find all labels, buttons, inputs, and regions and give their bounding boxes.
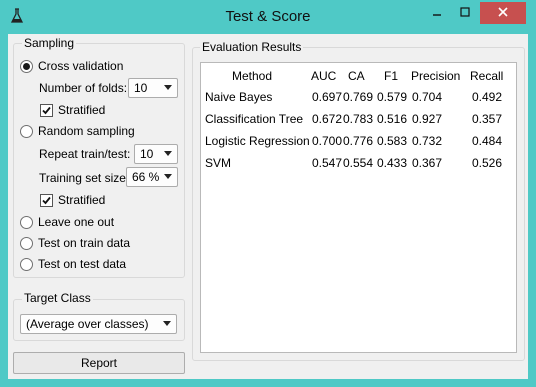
- cell-recall: 0.492: [472, 90, 503, 104]
- cell-f1: 0.579: [377, 90, 408, 104]
- cell-precision: 0.927: [412, 112, 443, 126]
- chevron-down-icon: [164, 174, 172, 179]
- folds-label: Number of folds:: [39, 81, 128, 95]
- test-data-radio[interactable]: Test on test data: [20, 255, 126, 273]
- column-header-recall[interactable]: Recall: [470, 69, 503, 85]
- close-icon: [498, 6, 508, 20]
- table-row[interactable]: Naive Bayes 0.697 0.769 0.579 0.704 0.49…: [201, 87, 516, 109]
- cell-precision: 0.732: [412, 134, 443, 148]
- minimize-icon: [432, 6, 442, 20]
- maximize-button[interactable]: [452, 2, 478, 24]
- cell-method: Logistic Regression: [205, 134, 310, 148]
- repeat-value: 10: [140, 147, 154, 161]
- cell-f1: 0.583: [377, 134, 408, 148]
- cell-ca: 0.776: [343, 134, 374, 148]
- table-row[interactable]: Logistic Regression 0.700 0.776 0.583 0.…: [201, 131, 516, 153]
- table-row[interactable]: Classification Tree 0.672 0.783 0.516 0.…: [201, 109, 516, 131]
- stratified-cv-label: Stratified: [58, 103, 106, 117]
- test-and-score-window: Test & Score Sampling Cross validation N…: [0, 0, 536, 387]
- radio-unselected-icon: [20, 124, 33, 138]
- stratified-rs-checkbox[interactable]: Stratified: [40, 191, 105, 209]
- random-sampling-label: Random sampling: [38, 124, 135, 138]
- minimize-button[interactable]: [424, 2, 450, 24]
- results-table[interactable]: Method AUC CA F1 Precision Recall Naive …: [200, 62, 517, 353]
- window-content: Sampling Cross validation Number of fold…: [8, 34, 528, 379]
- radio-unselected-icon: [20, 215, 33, 229]
- radio-unselected-icon: [20, 257, 33, 271]
- column-header-auc[interactable]: AUC: [311, 69, 336, 85]
- radio-unselected-icon: [20, 236, 33, 250]
- leave-one-out-label: Leave one out: [38, 215, 115, 229]
- cell-f1: 0.433: [377, 156, 408, 170]
- table-header: Method AUC CA F1 Precision Recall: [201, 63, 516, 85]
- cell-precision: 0.704: [412, 90, 443, 104]
- cell-auc: 0.697: [312, 90, 343, 104]
- target-class-title: Target Class: [22, 291, 93, 305]
- cell-ca: 0.769: [343, 90, 374, 104]
- training-size-label: Training set size:: [39, 171, 130, 185]
- cell-precision: 0.367: [412, 156, 443, 170]
- cell-auc: 0.672: [312, 112, 343, 126]
- repeat-combobox[interactable]: 10: [134, 144, 178, 164]
- train-data-radio[interactable]: Test on train data: [20, 234, 130, 252]
- table-row[interactable]: SVM 0.547 0.554 0.433 0.367 0.526: [201, 153, 516, 175]
- close-button[interactable]: [480, 2, 526, 24]
- cell-recall: 0.484: [472, 134, 503, 148]
- cell-auc: 0.700: [312, 134, 343, 148]
- report-button[interactable]: Report: [13, 352, 185, 374]
- cell-recall: 0.357: [472, 112, 503, 126]
- checkmark-icon: [40, 103, 53, 117]
- chevron-down-icon: [164, 85, 172, 90]
- column-header-ca[interactable]: CA: [348, 69, 365, 85]
- test-data-label: Test on test data: [38, 257, 127, 271]
- chevron-down-icon: [163, 321, 171, 326]
- training-size-combobox[interactable]: 66 %: [126, 167, 178, 187]
- leave-one-out-radio[interactable]: Leave one out: [20, 213, 114, 231]
- cell-f1: 0.516: [377, 112, 408, 126]
- maximize-icon: [460, 6, 470, 20]
- cell-method: Naive Bayes: [205, 90, 273, 104]
- target-class-value: (Average over classes): [26, 317, 149, 331]
- cell-recall: 0.526: [472, 156, 503, 170]
- chevron-down-icon: [164, 151, 172, 156]
- cross-validation-label: Cross validation: [38, 59, 124, 73]
- report-button-label: Report: [80, 356, 118, 370]
- cell-ca: 0.554: [343, 156, 374, 170]
- evaluation-results-title: Evaluation Results: [200, 40, 304, 54]
- sampling-group-title: Sampling: [22, 36, 77, 50]
- target-class-combobox[interactable]: (Average over classes): [20, 314, 177, 334]
- cell-method: Classification Tree: [205, 112, 304, 126]
- checkmark-icon: [40, 193, 53, 207]
- train-data-label: Test on train data: [38, 236, 131, 250]
- cell-auc: 0.547: [312, 156, 343, 170]
- random-sampling-radio[interactable]: Random sampling: [20, 122, 135, 140]
- folds-value: 10: [134, 81, 148, 95]
- column-header-f1[interactable]: F1: [384, 69, 398, 85]
- cell-ca: 0.783: [343, 112, 374, 126]
- repeat-label: Repeat train/test:: [39, 147, 131, 161]
- cross-validation-radio[interactable]: Cross validation: [20, 57, 123, 75]
- column-header-method[interactable]: Method: [232, 69, 272, 85]
- stratified-rs-label: Stratified: [58, 193, 106, 207]
- column-header-precision[interactable]: Precision: [411, 69, 460, 85]
- cell-method: SVM: [205, 156, 232, 170]
- stratified-cv-checkbox[interactable]: Stratified: [40, 101, 105, 119]
- folds-combobox[interactable]: 10: [128, 78, 178, 98]
- training-size-value: 66 %: [132, 170, 160, 184]
- title-bar[interactable]: Test & Score: [0, 0, 536, 34]
- radio-selected-icon: [20, 59, 33, 73]
